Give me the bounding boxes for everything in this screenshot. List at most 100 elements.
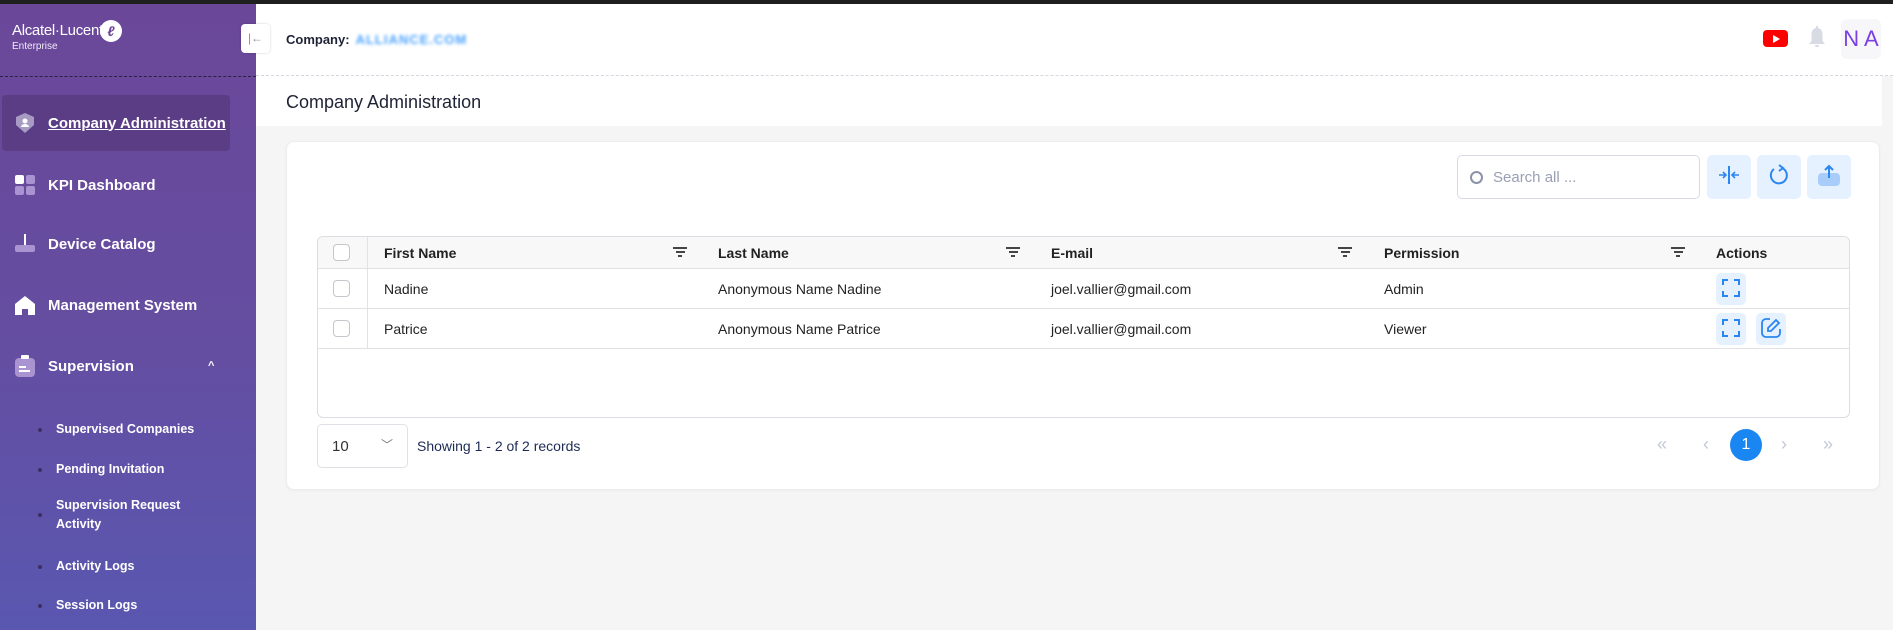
bullet-icon — [38, 603, 42, 608]
page-size-select[interactable]: 10 ﹀ — [317, 424, 408, 468]
sidebar-subitem-label: Session Logs — [56, 598, 138, 612]
logo: Alcatel·Lucent Enterprise ℓ — [12, 20, 122, 52]
table-row: Patrice Anonymous Name Patrice joel.vall… — [318, 309, 1849, 349]
filter-icon[interactable] — [673, 247, 687, 259]
sidebar: Alcatel·Lucent Enterprise ℓ Company Admi… — [0, 4, 256, 630]
next-page-button[interactable]: › — [1781, 434, 1787, 455]
filter-icon[interactable] — [1338, 247, 1352, 259]
shield-user-icon — [14, 112, 36, 134]
column-header-first-name[interactable]: First Name — [384, 237, 456, 268]
view-button[interactable] — [1716, 273, 1746, 305]
logo-mark-icon: ℓ — [100, 20, 122, 42]
app: Alcatel·Lucent Enterprise ℓ Company Admi… — [0, 4, 1893, 630]
sidebar-item-supervision[interactable]: Supervision ^ — [2, 338, 230, 394]
collapse-sidebar-button[interactable]: |← — [241, 24, 270, 53]
sidebar-subitem-label: Pending Invitation — [56, 462, 165, 476]
expand-icon — [1722, 318, 1740, 340]
sidebar-item-label: KPI Dashboard — [48, 176, 156, 194]
search-input[interactable]: Search all ... — [1457, 155, 1700, 199]
checkbox-column — [318, 269, 368, 308]
sidebar-item-label: Device Catalog — [48, 235, 156, 253]
table-row: Nadine Anonymous Name Nadine joel.vallie… — [318, 269, 1849, 309]
cell-email: joel.vallier@gmail.com — [1051, 280, 1192, 297]
arrow-left-icon: |← — [247, 31, 264, 45]
edit-button[interactable] — [1756, 313, 1786, 345]
search-placeholder: Search all ... — [1493, 168, 1577, 186]
company-info: Company: ALLIANCE.COM — [286, 32, 467, 47]
collapse-columns-button[interactable] — [1707, 155, 1751, 199]
sidebar-subitem-activity-logs[interactable]: Activity Logs — [38, 557, 228, 576]
bullet-icon — [38, 513, 42, 517]
view-button[interactable] — [1716, 313, 1746, 345]
top-header: Company: ALLIANCE.COM N A — [256, 4, 1893, 76]
page-size-value: 10 — [332, 437, 349, 455]
logo-brand: Alcatel·Lucent — [12, 22, 103, 39]
column-header-actions: Actions — [1716, 244, 1768, 261]
column-header-email[interactable]: E-mail — [1051, 237, 1093, 268]
sidebar-subitem-label: Activity Logs — [56, 559, 135, 573]
logo-sub: Enterprise — [12, 41, 58, 52]
bullet-icon — [38, 467, 42, 472]
prev-page-button[interactable]: ‹ — [1703, 434, 1709, 455]
sidebar-subitem-label: Supervision Request Activity — [56, 498, 181, 531]
sidebar-item-management-system[interactable]: Management System — [2, 277, 230, 333]
page-title-bar: Company Administration — [256, 76, 1882, 126]
users-table: First Name Last Name E-mail Permission A… — [317, 236, 1850, 418]
chevron-down-icon: ﹀ — [380, 438, 393, 452]
company-label: Company: — [286, 32, 350, 47]
select-all-checkbox[interactable] — [333, 244, 350, 261]
filter-icon[interactable] — [1006, 247, 1020, 259]
first-page-button[interactable]: « — [1657, 434, 1667, 455]
search-icon — [1470, 170, 1483, 184]
sidebar-subitem-session-logs[interactable]: Session Logs — [38, 596, 228, 615]
column-header-last-name[interactable]: Last Name — [718, 237, 789, 268]
company-value: ALLIANCE.COM — [355, 32, 468, 47]
youtube-icon[interactable] — [1763, 30, 1788, 47]
user-avatar[interactable]: N A — [1841, 19, 1881, 59]
table-header-row: First Name Last Name E-mail Permission A… — [318, 237, 1849, 269]
router-icon — [14, 233, 36, 255]
dashboard-grid-icon — [14, 174, 36, 196]
users-card: Search all ... First Name Last Name E-ma… — [286, 141, 1880, 490]
filter-icon[interactable] — [1671, 247, 1685, 259]
sidebar-subitem-pending-invitation[interactable]: Pending Invitation — [38, 460, 228, 479]
row-checkbox[interactable] — [333, 320, 350, 337]
compress-icon — [1718, 165, 1740, 190]
edit-icon — [1760, 317, 1782, 342]
sidebar-item-kpi-dashboard[interactable]: KPI Dashboard — [2, 157, 230, 213]
refresh-button[interactable] — [1757, 155, 1801, 199]
sidebar-item-company-administration[interactable]: Company Administration — [2, 95, 230, 151]
cell-email: joel.vallier@gmail.com — [1051, 320, 1192, 337]
home-icon — [14, 294, 36, 316]
sidebar-item-device-catalog[interactable]: Device Catalog — [2, 216, 230, 272]
refresh-icon — [1769, 163, 1789, 191]
sidebar-item-label: Management System — [48, 296, 198, 314]
row-checkbox[interactable] — [333, 280, 350, 297]
bell-icon[interactable] — [1808, 26, 1826, 50]
cell-permission: Admin — [1384, 280, 1424, 297]
sidebar-subitem-supervised-companies[interactable]: Supervised Companies — [38, 420, 228, 439]
checkbox-column — [318, 237, 368, 268]
sidebar-subitem-supervision-request-activity[interactable]: Supervision Request Activity — [38, 496, 218, 534]
cell-last-name: Anonymous Name Nadine — [718, 280, 882, 297]
bullet-icon — [38, 564, 42, 569]
page-1-button[interactable]: 1 — [1730, 429, 1762, 461]
clipboard-icon — [14, 355, 36, 377]
expand-icon — [1722, 278, 1740, 300]
checkbox-column — [318, 309, 368, 348]
cell-permission: Viewer — [1384, 320, 1427, 337]
records-summary: Showing 1 - 2 of 2 records — [417, 438, 581, 454]
column-header-permission[interactable]: Permission — [1384, 237, 1459, 268]
export-button[interactable] — [1807, 155, 1851, 199]
sidebar-subitem-label: Supervised Companies — [56, 422, 195, 436]
sidebar-item-label: Company Administration — [48, 114, 226, 132]
cell-last-name: Anonymous Name Patrice — [718, 320, 881, 337]
last-page-button[interactable]: » — [1823, 434, 1833, 455]
chevron-up-icon[interactable]: ^ — [208, 360, 214, 372]
bullet-icon — [38, 427, 42, 432]
page-title: Company Administration — [286, 92, 482, 112]
sidebar-item-label: Supervision — [48, 357, 134, 375]
cell-first-name: Patrice — [384, 320, 428, 337]
cell-first-name: Nadine — [384, 280, 429, 297]
upload-icon — [1818, 164, 1840, 191]
